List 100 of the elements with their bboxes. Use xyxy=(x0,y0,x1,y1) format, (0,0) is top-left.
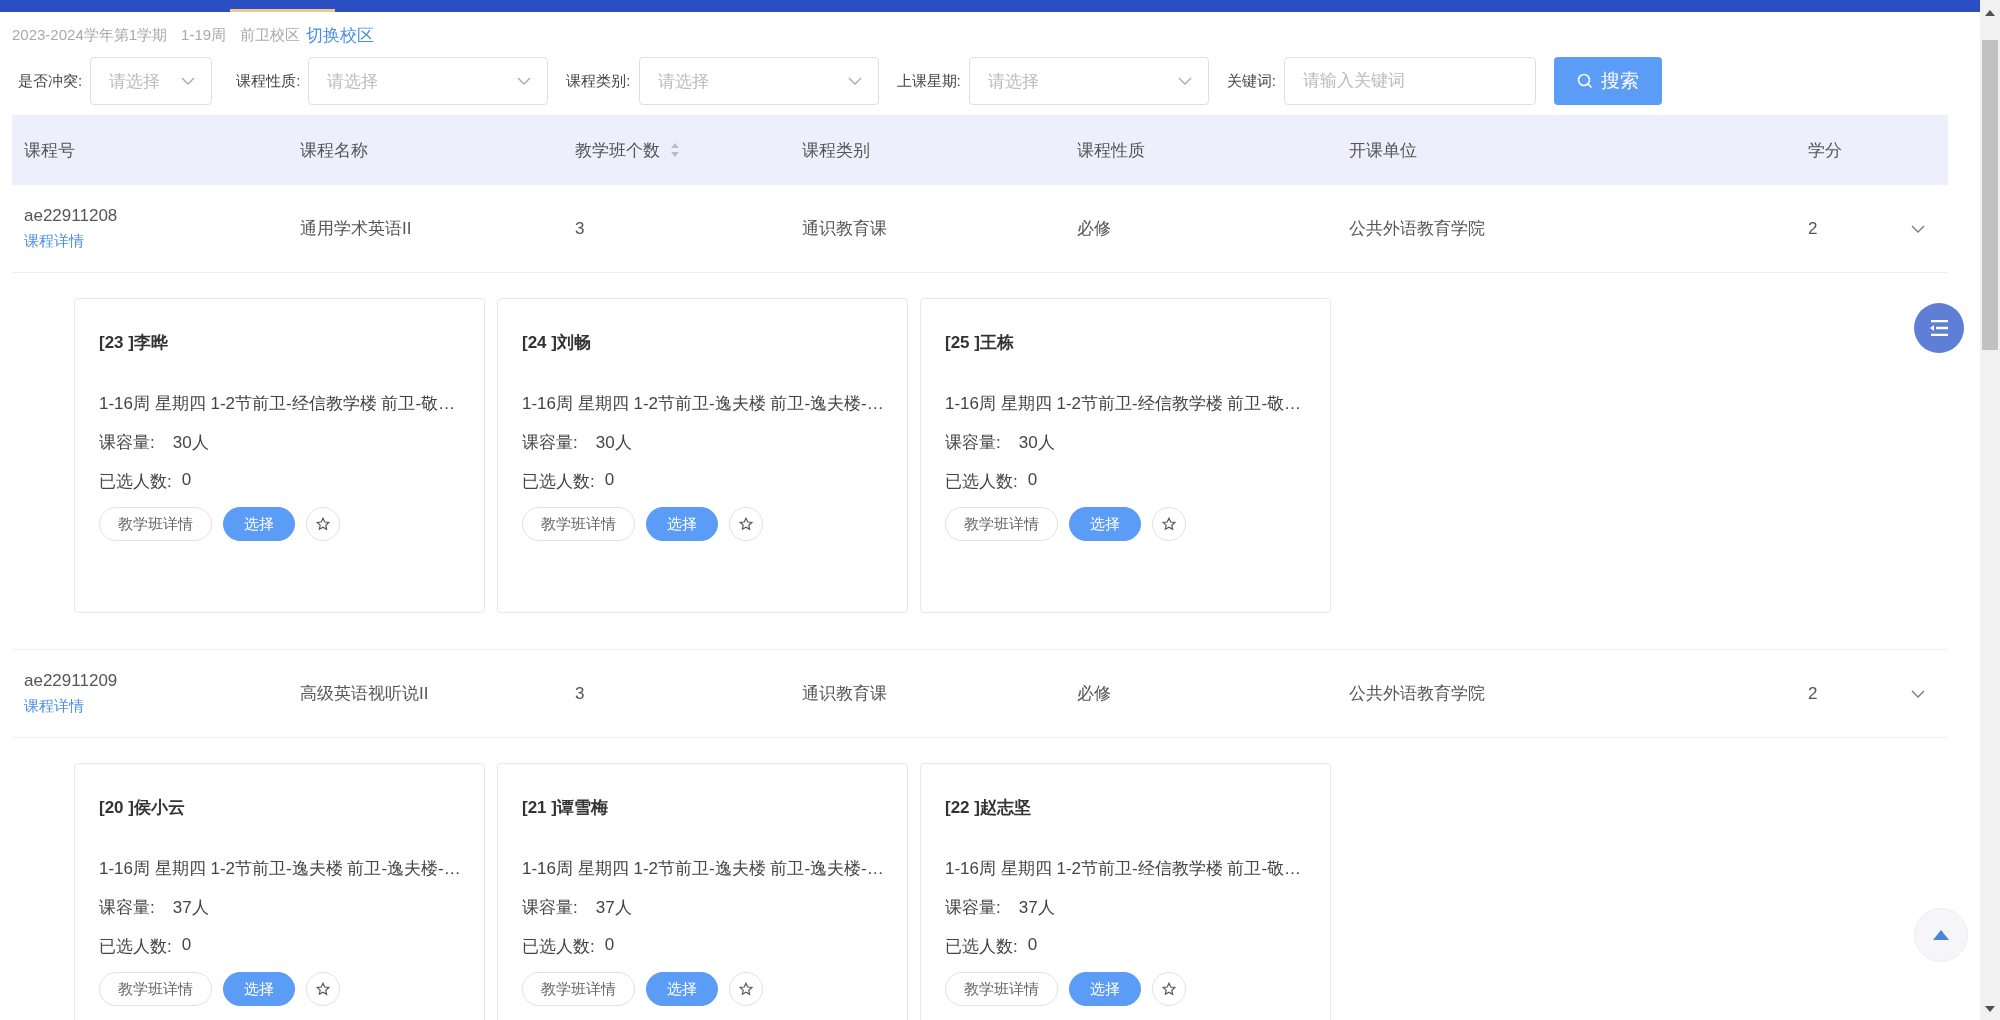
enrolled-label: 已选人数: xyxy=(945,471,1018,493)
star-icon xyxy=(739,982,753,996)
favorite-button[interactable] xyxy=(1152,972,1186,1006)
chevron-down-icon xyxy=(1177,77,1192,85)
menu-icon xyxy=(1929,320,1949,336)
column-header: 课程号 xyxy=(24,139,75,162)
table-cell-text: 3 xyxy=(575,683,586,704)
capacity-value: 37人 xyxy=(1018,897,1055,919)
course-detail-link[interactable]: 课程详情 xyxy=(24,697,300,716)
star-icon xyxy=(316,982,330,996)
column-header: 课程性质 xyxy=(1077,139,1145,162)
column-header: 课程名称 xyxy=(300,139,368,162)
enrolled-label: 已选人数: xyxy=(945,936,1018,958)
chevron-down-icon xyxy=(517,77,532,85)
column-header: 学分 xyxy=(1808,139,1842,162)
keyword-input-field[interactable]: 请输入关键词 xyxy=(1283,57,1536,105)
table-cell-text: 2 xyxy=(1808,218,1819,239)
enrolled-value: 0 xyxy=(1027,935,1038,956)
star-icon xyxy=(1162,517,1176,531)
schedule-text: 1-16周 星期四 1-2节前卫-逸夫楼 前卫-逸夫楼-… xyxy=(522,858,883,880)
class-detail-button[interactable]: 教学班详情 xyxy=(522,972,635,1006)
class-detail-button[interactable]: 教学班详情 xyxy=(99,507,212,541)
menu-button[interactable] xyxy=(1914,303,1964,353)
class-title: [23 ]李晔 xyxy=(99,332,169,354)
select-button[interactable]: 选择 xyxy=(223,972,295,1006)
enrolled-value: 0 xyxy=(181,935,192,956)
capacity-label: 课容量: xyxy=(522,897,578,919)
enrolled-value: 0 xyxy=(604,470,615,491)
scrollbar[interactable] xyxy=(1980,0,2000,1020)
select-field[interactable]: 请选择 xyxy=(90,57,213,105)
capacity-value: 37人 xyxy=(595,897,632,919)
capacity-label: 课容量: xyxy=(99,897,155,919)
schedule-text: 1-16周 星期四 1-2节前卫-经信教学楼 前卫-敬… xyxy=(945,858,1303,880)
campus-text: 前卫校区 xyxy=(240,26,301,45)
favorite-button[interactable] xyxy=(306,972,340,1006)
favorite-button[interactable] xyxy=(729,507,763,541)
filter-label: 关键词: xyxy=(1226,71,1276,91)
filter-label: 课程类别: xyxy=(566,71,631,91)
table-cell-text: 高级英语视听说II xyxy=(300,683,430,705)
select-button[interactable]: 选择 xyxy=(223,507,295,541)
class-title: [22 ]赵志坚 xyxy=(945,797,1032,819)
capacity-value: 37人 xyxy=(172,897,209,919)
class-detail-button[interactable]: 教学班详情 xyxy=(945,507,1058,541)
enrolled-label: 已选人数: xyxy=(99,471,172,493)
filter-label: 是否冲突: xyxy=(18,71,83,91)
star-icon xyxy=(739,517,753,531)
column-header: 开课单位 xyxy=(1349,139,1417,162)
enrolled-label: 已选人数: xyxy=(522,936,595,958)
weeks-text: 1-19周 xyxy=(181,26,227,45)
class-detail-button[interactable]: 教学班详情 xyxy=(99,972,212,1006)
capacity-label: 课容量: xyxy=(99,432,155,454)
schedule-text: 1-16周 星期四 1-2节前卫-经信教学楼 前卫-敬… xyxy=(945,393,1303,415)
table-cell-text: 通用学术英语II xyxy=(300,218,413,240)
column-header: 课程类别 xyxy=(802,139,870,162)
star-icon xyxy=(316,517,330,531)
enrolled-value: 0 xyxy=(181,470,192,491)
switch-campus-link[interactable]: 切换校区 xyxy=(306,24,375,47)
class-detail-button[interactable]: 教学班详情 xyxy=(522,507,635,541)
filter-label: 课程性质: xyxy=(236,71,301,91)
table-cell-text: ae22911208 xyxy=(24,206,119,226)
course-detail-link[interactable]: 课程详情 xyxy=(24,232,300,251)
table-cell-text: 通识教育课 xyxy=(802,683,888,705)
select-field[interactable]: 请选择 xyxy=(308,57,549,105)
filter-label: 上课星期: xyxy=(896,71,961,91)
star-icon xyxy=(1162,982,1176,996)
search-button[interactable]: 搜索 xyxy=(1553,57,1662,105)
table-cell-text: 必修 xyxy=(1077,218,1112,240)
select-field[interactable]: 请选择 xyxy=(968,57,1209,105)
class-detail-button[interactable]: 教学班详情 xyxy=(945,972,1058,1006)
schedule-text: 1-16周 星期四 1-2节前卫-逸夫楼 前卫-逸夫楼-… xyxy=(522,393,883,415)
table-cell-text: 3 xyxy=(575,218,586,239)
capacity-value: 30人 xyxy=(172,432,209,454)
favorite-button[interactable] xyxy=(729,972,763,1006)
chevron-down-icon xyxy=(181,77,196,85)
capacity-label: 课容量: xyxy=(522,432,578,454)
enrolled-label: 已选人数: xyxy=(522,471,595,493)
class-title: [20 ]侯小云 xyxy=(99,797,186,819)
select-button[interactable]: 选择 xyxy=(1069,972,1141,1006)
table-cell-text: 公共外语教育学院 xyxy=(1349,683,1486,705)
select-button[interactable]: 选择 xyxy=(1069,507,1141,541)
capacity-value: 30人 xyxy=(1018,432,1055,454)
chevron-down-icon xyxy=(847,77,862,85)
favorite-button[interactable] xyxy=(1152,507,1186,541)
search-icon xyxy=(1576,73,1593,89)
favorite-button[interactable] xyxy=(306,507,340,541)
arrow-up-icon xyxy=(1932,929,1950,941)
enrolled-label: 已选人数: xyxy=(99,936,172,958)
capacity-label: 课容量: xyxy=(945,897,1001,919)
select-button[interactable]: 选择 xyxy=(646,507,718,541)
schedule-text: 1-16周 星期四 1-2节前卫-经信教学楼 前卫-敬… xyxy=(99,393,457,415)
table-cell-text: 2 xyxy=(1808,683,1819,704)
capacity-value: 30人 xyxy=(595,432,632,454)
term-text: 2023-2024学年第1学期 xyxy=(12,26,168,45)
table-cell-text: ae22911209 xyxy=(24,671,119,691)
class-title: [25 ]王栋 xyxy=(945,332,1015,354)
back-to-top-button[interactable] xyxy=(1914,908,1968,962)
capacity-label: 课容量: xyxy=(945,432,1001,454)
table-cell-text: 必修 xyxy=(1077,683,1112,705)
select-button[interactable]: 选择 xyxy=(646,972,718,1006)
select-field[interactable]: 请选择 xyxy=(638,57,879,105)
